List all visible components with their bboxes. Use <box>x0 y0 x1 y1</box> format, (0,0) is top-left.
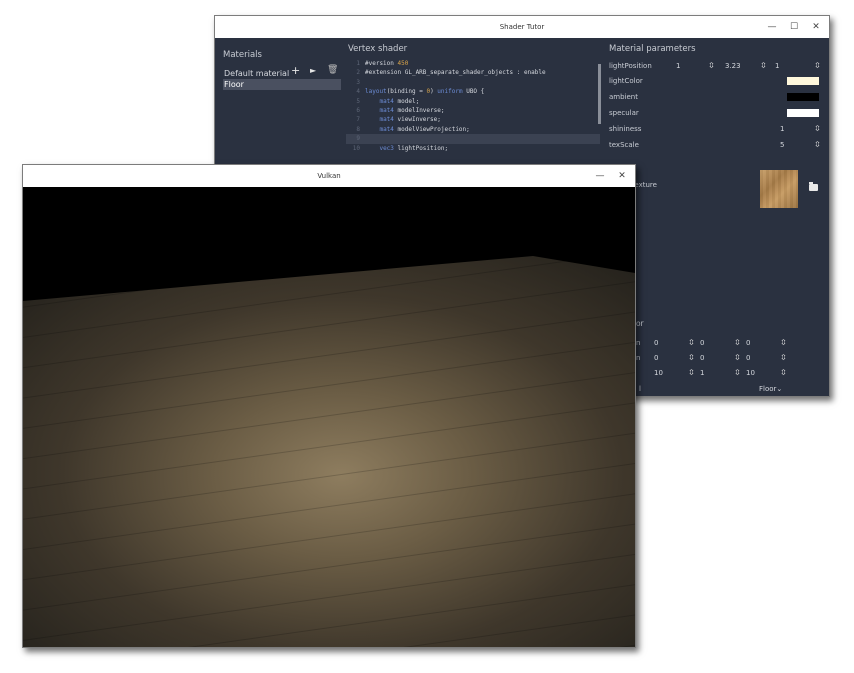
transform-label: n <box>636 339 641 347</box>
param-ambient: ambient <box>609 91 823 103</box>
light-position-y[interactable]: 3.23 <box>725 60 741 72</box>
transform-row: n 0 ⇳ 0 ⇳ 0 ⇳ <box>609 352 823 364</box>
tex-scale-value[interactable]: 5 <box>780 139 784 151</box>
material-item-floor[interactable]: Floor <box>223 79 341 90</box>
param-label: texScale <box>609 141 639 149</box>
maximize-icon[interactable]: ☐ <box>783 16 805 38</box>
materials-list: Default material Floor <box>223 68 341 90</box>
chevron-down-icon: ⌄ <box>776 385 783 393</box>
code-line: 8 mat4 modelViewProjection; <box>356 125 470 133</box>
spin-icon[interactable]: ⇳ <box>734 337 741 349</box>
vulkan-titlebar[interactable]: Vulkan — ✕ <box>23 165 635 187</box>
mesh-row: l Floor⌄ <box>609 383 823 395</box>
code-line: 10 vec3 lightPosition; <box>352 144 449 152</box>
spin-icon[interactable]: ⇳ <box>734 367 741 379</box>
shininess-value[interactable]: 1 <box>780 123 784 135</box>
code-line: 3 <box>356 78 360 86</box>
param-light-color: lightColor <box>609 75 823 87</box>
transform-value[interactable]: 0 <box>746 337 750 349</box>
spin-icon[interactable]: ⇳ <box>688 367 695 379</box>
mesh-label: l <box>639 385 641 393</box>
specular-color-swatch[interactable] <box>787 109 819 117</box>
code-line-current: 9 <box>346 134 600 144</box>
transform-value[interactable]: 10 <box>654 367 663 379</box>
code-text: #extension GL_ARB_separate_shader_object… <box>365 69 546 77</box>
spin-icon[interactable]: ⇳ <box>780 337 787 349</box>
code-line: 2 #extension GL_ARB_separate_shader_objec… <box>356 69 546 77</box>
code-text: mat4 viewInverse; <box>379 116 441 124</box>
mesh-select[interactable]: Floor⌄ <box>759 383 782 395</box>
window-title: Shader Tutor <box>499 23 545 31</box>
param-specular: specular <box>609 107 823 119</box>
param-label: lightPosition <box>609 62 652 70</box>
code-text: mat4 model; <box>379 97 420 105</box>
close-icon[interactable]: ✕ <box>611 165 633 187</box>
param-label: specular <box>609 109 639 117</box>
code-line: 5 mat4 model; <box>356 97 420 105</box>
param-label: shininess <box>609 125 642 133</box>
spin-icon[interactable]: ⇳ <box>780 352 787 364</box>
spin-icon[interactable]: ⇳ <box>734 352 741 364</box>
transform-value[interactable]: 1 <box>700 367 704 379</box>
code-line: 1 #version 450 <box>356 60 409 67</box>
shader-tutor-titlebar[interactable]: Shader Tutor — ☐ ✕ <box>215 16 829 38</box>
transform-value[interactable]: 0 <box>700 337 704 349</box>
param-shininess: shininess 1 ⇳ <box>609 123 823 135</box>
transform-value[interactable]: 0 <box>746 352 750 364</box>
vulkan-window: Vulkan — ✕ <box>22 164 636 648</box>
spin-icon[interactable]: ⇳ <box>780 367 787 379</box>
spin-icon[interactable]: ⇳ <box>708 60 715 72</box>
light-color-swatch[interactable] <box>787 77 819 85</box>
code-text: #version 450 <box>365 60 409 67</box>
transform-value[interactable]: 10 <box>746 367 755 379</box>
code-line: 4 layout(binding = 0) uniform UBO { <box>356 88 485 96</box>
window-title: Vulkan <box>317 172 341 180</box>
code-text: vec3 lightPosition; <box>379 144 449 152</box>
light-position-x[interactable]: 1 <box>676 60 680 72</box>
param-light-position: lightPosition 1 ⇳ 3.23 ⇳ 1 ⇳ <box>609 60 823 72</box>
close-icon[interactable]: ✕ <box>805 16 827 38</box>
code-text: mat4 modelViewProjection; <box>379 125 470 133</box>
materials-title: Materials <box>223 50 262 60</box>
minimize-icon[interactable]: — <box>589 165 611 187</box>
spin-icon[interactable]: ⇳ <box>688 337 695 349</box>
transform-label: n <box>636 354 641 362</box>
transform-value[interactable]: 0 <box>700 352 704 364</box>
transform-row: 10 ⇳ 1 ⇳ 10 ⇳ <box>609 367 823 379</box>
texture-preview[interactable] <box>760 170 798 208</box>
transform-value[interactable]: 0 <box>654 337 658 349</box>
editor-title: Vertex shader <box>348 44 408 54</box>
code-line: 6 mat4 modelInverse; <box>356 106 445 114</box>
code-text: layout(binding = 0) uniform UBO { <box>365 88 485 96</box>
ambient-color-swatch[interactable] <box>787 93 819 101</box>
spin-icon[interactable]: ⇳ <box>814 123 821 135</box>
spin-icon[interactable]: ⇳ <box>814 60 821 72</box>
light-position-z[interactable]: 1 <box>775 60 779 72</box>
minimize-icon[interactable]: — <box>761 16 783 38</box>
editor-scrollbar[interactable] <box>598 64 601 124</box>
params-title: Material parameters <box>609 44 696 54</box>
transform-value[interactable]: 0 <box>654 352 658 364</box>
folder-icon[interactable] <box>809 182 818 191</box>
code-text: mat4 modelInverse; <box>379 106 445 114</box>
param-label: ambient <box>609 93 638 101</box>
floor-render <box>23 256 635 647</box>
param-label: lightColor <box>609 77 643 85</box>
spin-icon[interactable]: ⇳ <box>760 60 767 72</box>
material-item-default[interactable]: Default material <box>223 68 341 79</box>
spin-icon[interactable]: ⇳ <box>814 139 821 151</box>
render-viewport[interactable] <box>23 187 635 647</box>
param-tex-scale: texScale 5 ⇳ <box>609 139 823 151</box>
code-line: 7 mat4 viewInverse; <box>356 116 441 124</box>
spin-icon[interactable]: ⇳ <box>688 352 695 364</box>
floor-planks <box>23 256 635 647</box>
transform-row: n 0 ⇳ 0 ⇳ 0 ⇳ <box>609 337 823 349</box>
